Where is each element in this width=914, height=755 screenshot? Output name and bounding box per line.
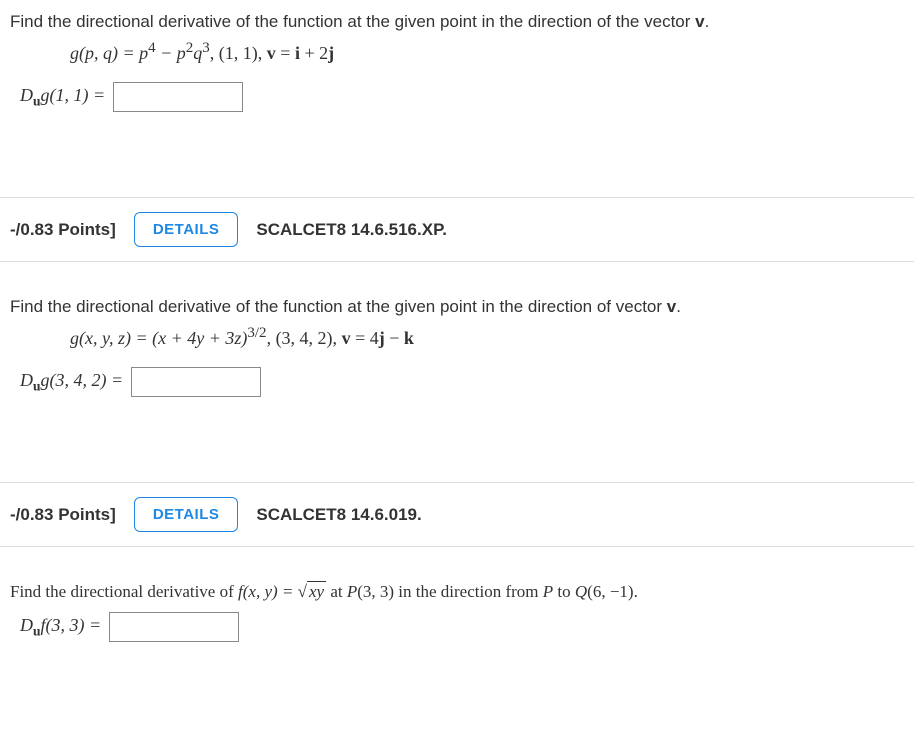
source-label-2: SCALCET8 14.6.516.XP. bbox=[256, 220, 447, 240]
formula-1: g(p, q) = p4 − p2q3, (1, 1), v = i + 2j bbox=[70, 40, 904, 64]
prompt-text-2: Find the directional derivative of the f… bbox=[10, 297, 904, 317]
answer-input-3[interactable] bbox=[109, 612, 239, 642]
points-label-2: -/0.83 Points] bbox=[10, 220, 116, 240]
prompt-vector-bold: v bbox=[695, 12, 704, 31]
question-3: Find the directional derivative of f(x, … bbox=[0, 582, 914, 672]
answer-line-1: Dug(1, 1) = bbox=[20, 82, 904, 112]
details-button-2[interactable]: DETAILS bbox=[134, 212, 239, 247]
prompt-text-3: Find the directional derivative of f(x, … bbox=[10, 582, 904, 602]
answer-line-3: Duf(3, 3) = bbox=[20, 612, 904, 642]
prompt-end: . bbox=[705, 12, 710, 31]
answer-lhs: Dug(1, 1) = bbox=[20, 85, 105, 110]
question-header-2: -/0.83 Points] DETAILS SCALCET8 14.6.516… bbox=[0, 197, 914, 262]
question-header-3: -/0.83 Points] DETAILS SCALCET8 14.6.019… bbox=[0, 482, 914, 547]
answer-line-2: Dug(3, 4, 2) = bbox=[20, 367, 904, 397]
details-button-3[interactable]: DETAILS bbox=[134, 497, 239, 532]
prompt-text: Find the directional derivative of the f… bbox=[10, 12, 904, 32]
answer-input-2[interactable] bbox=[131, 367, 261, 397]
sqrt-expr: xy bbox=[298, 582, 326, 602]
formula-2: g(x, y, z) = (x + 4y + 3z)3/2, (3, 4, 2)… bbox=[70, 325, 904, 349]
answer-lhs-3: Duf(3, 3) = bbox=[20, 615, 101, 640]
question-2: Find the directional derivative of the f… bbox=[0, 297, 914, 427]
points-label-3: -/0.83 Points] bbox=[10, 505, 116, 525]
prompt-main: Find the directional derivative of the f… bbox=[10, 12, 695, 31]
source-label-3: SCALCET8 14.6.019. bbox=[256, 505, 421, 525]
question-1: Find the directional derivative of the f… bbox=[0, 0, 914, 142]
answer-input-1[interactable] bbox=[113, 82, 243, 112]
answer-lhs-2: Dug(3, 4, 2) = bbox=[20, 370, 123, 395]
